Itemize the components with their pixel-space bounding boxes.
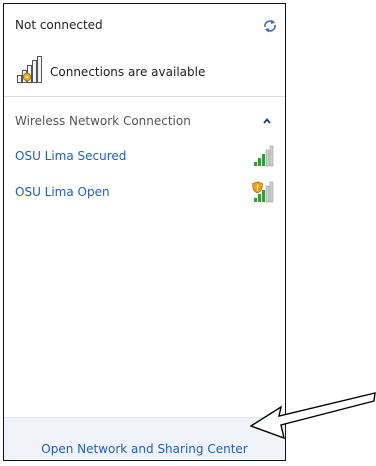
network-name: OSU Lima Secured bbox=[15, 149, 127, 163]
network-item-osu-lima-secured[interactable]: OSU Lima Secured bbox=[4, 145, 285, 169]
signal-strength-icon bbox=[254, 145, 274, 167]
connection-status-title: Not connected bbox=[15, 18, 103, 32]
annotation-arrow-icon bbox=[250, 392, 376, 440]
signal-strength-icon bbox=[252, 181, 274, 203]
wireless-section-header[interactable]: Wireless Network Connection bbox=[4, 112, 285, 130]
footer-bar: Open Network and Sharing Center bbox=[4, 417, 285, 460]
divider bbox=[4, 96, 285, 97]
connections-available-label: Connections are available bbox=[50, 65, 206, 79]
network-flyout: Not connected Connections are available … bbox=[3, 3, 286, 461]
open-network-sharing-center-link[interactable]: Open Network and Sharing Center bbox=[4, 442, 285, 456]
network-name: OSU Lima Open bbox=[15, 185, 110, 199]
chevron-up-icon[interactable] bbox=[263, 118, 271, 124]
network-item-osu-lima-open[interactable]: OSU Lima Open bbox=[4, 181, 285, 205]
refresh-icon[interactable] bbox=[262, 19, 278, 33]
connections-available-icon bbox=[17, 56, 42, 83]
wireless-section-label: Wireless Network Connection bbox=[15, 114, 191, 128]
